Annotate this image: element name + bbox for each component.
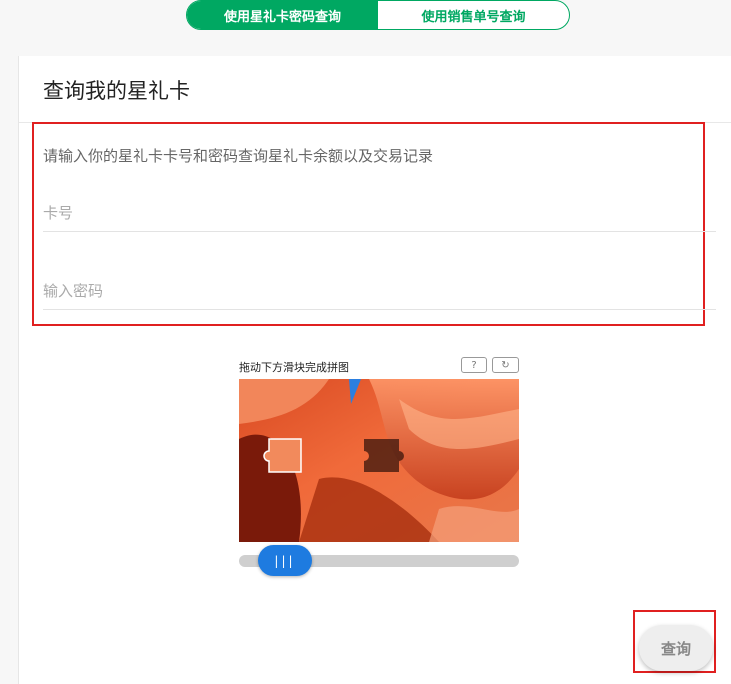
tab-card-password[interactable]: 使用星礼卡密码查询 — [187, 1, 378, 29]
card-header: 查询我的星礼卡 — [19, 56, 731, 123]
query-card: 查询我的星礼卡 请输入你的星礼卡卡号和密码查询星礼卡余额以及交易记录 查询 — [18, 56, 731, 684]
card-number-input[interactable] — [43, 195, 716, 232]
help-icon[interactable]: ? — [461, 357, 487, 373]
captcha-instruction: 拖动下方滑块完成拼图 — [239, 361, 349, 374]
password-input[interactable] — [43, 273, 716, 310]
page-title: 查询我的星礼卡 — [43, 79, 190, 103]
query-mode-tabs: 使用星礼卡密码查询 使用销售单号查询 — [186, 0, 570, 30]
canyon-photo — [239, 379, 519, 542]
refresh-icon[interactable]: ↻ — [492, 357, 519, 373]
slider-handle[interactable]: ||| — [258, 545, 312, 576]
query-button[interactable]: 查询 — [639, 625, 713, 671]
tab-sales-order[interactable]: 使用销售单号查询 — [378, 1, 569, 29]
form-description: 请输入你的星礼卡卡号和密码查询星礼卡余额以及交易记录 — [43, 147, 434, 165]
captcha-puzzle-image — [239, 379, 519, 542]
